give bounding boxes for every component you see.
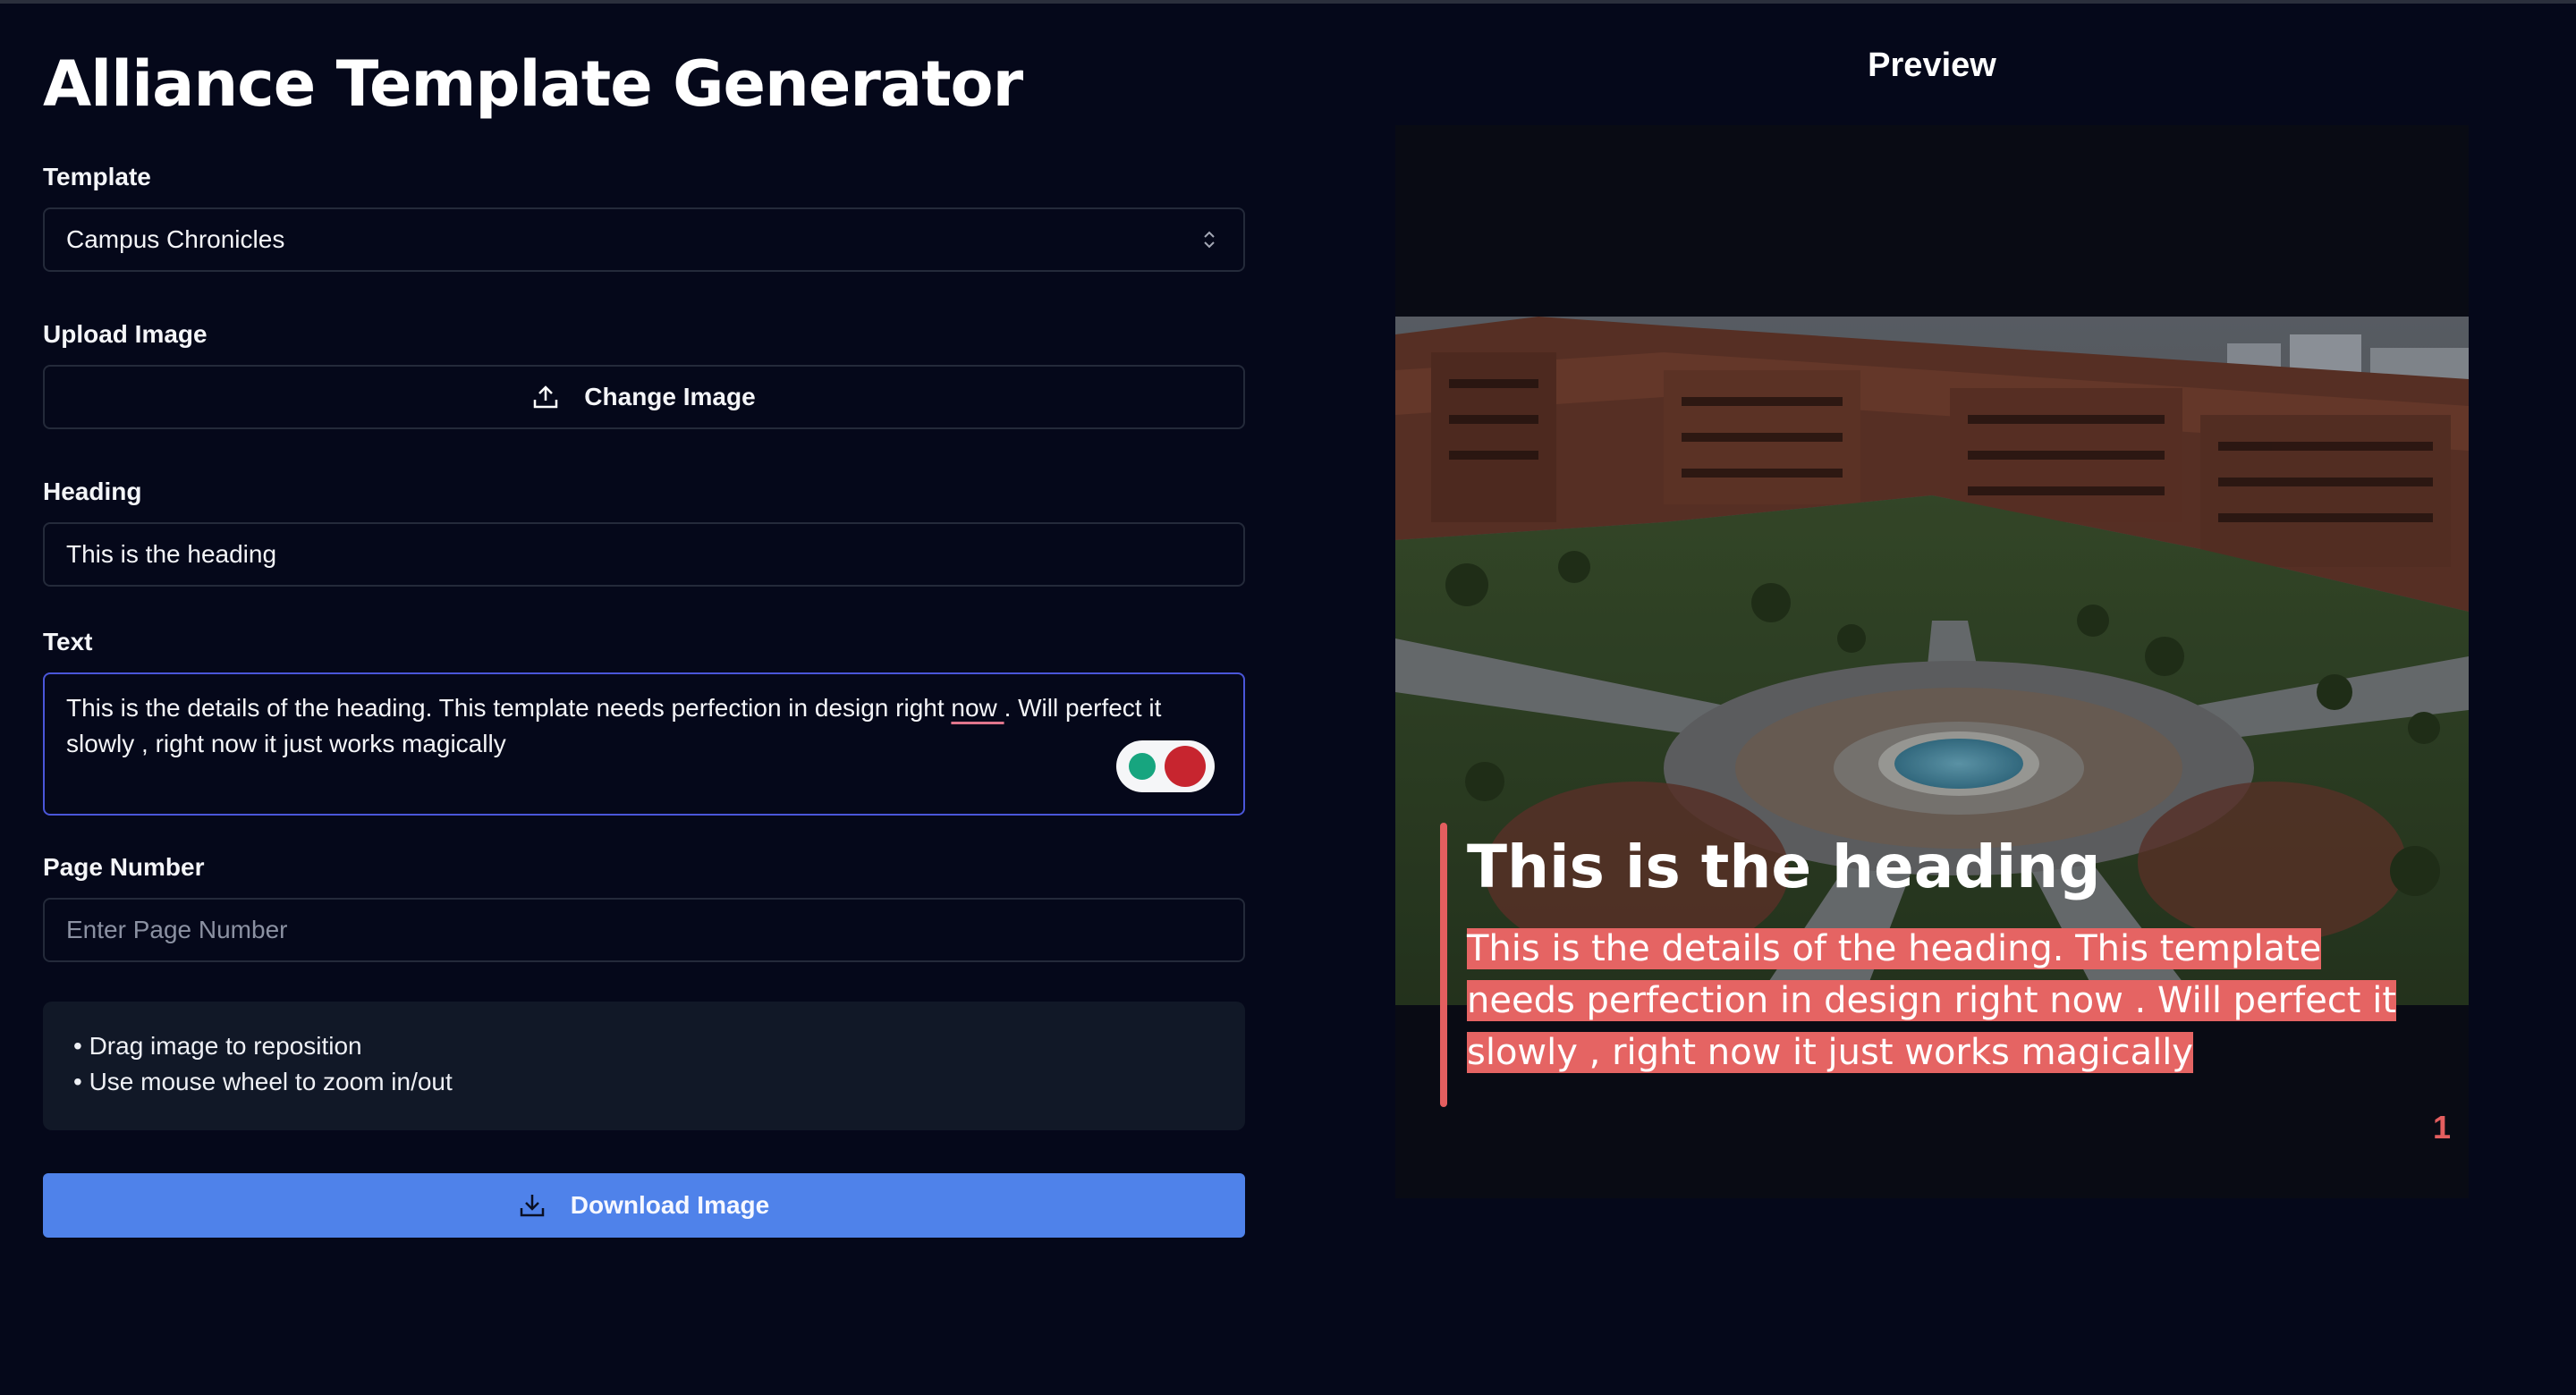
download-image-button[interactable]: Download Image xyxy=(43,1173,1245,1238)
upload-field: Upload Image Change Image xyxy=(43,318,1245,429)
preview-canvas[interactable]: This is the heading This is the details … xyxy=(1395,125,2469,1198)
chevron-up-down-icon xyxy=(1204,231,1215,249)
editor-panel: Alliance Template Generator Template Cam… xyxy=(43,39,1245,1238)
page-number-placeholder: Enter Page Number xyxy=(66,916,288,943)
change-image-label: Change Image xyxy=(584,383,756,410)
text-field: Text This is the details of the heading.… xyxy=(43,626,1245,816)
preview-body-text: This is the details of the heading. This… xyxy=(1467,923,2415,1078)
upload-label: Upload Image xyxy=(43,320,208,348)
page-number-field: Page Number Enter Page Number xyxy=(43,851,1245,962)
preview-body-highlight: This is the details of the heading. This… xyxy=(1467,928,2397,1073)
heading-label: Heading xyxy=(43,478,142,505)
spellcheck-underlined-word[interactable]: now xyxy=(951,694,1004,722)
page-number-label: Page Number xyxy=(43,853,205,881)
text-part-1: This is the details of the heading. This… xyxy=(66,694,952,722)
grammar-suggestion-icon[interactable] xyxy=(1129,753,1156,780)
download-label: Download Image xyxy=(570,1191,770,1219)
tips-panel: • Drag image to reposition • Use mouse w… xyxy=(43,1002,1245,1130)
download-icon xyxy=(520,1195,545,1217)
page-title: Alliance Template Generator xyxy=(43,47,1023,121)
template-field: Template Campus Chronicles xyxy=(43,161,1245,272)
heading-field: Heading This is the heading xyxy=(43,476,1245,587)
tip-drag: • Drag image to reposition xyxy=(73,1032,362,1060)
template-label: Template xyxy=(43,163,151,190)
preview-title: Preview xyxy=(1868,46,1996,84)
preview-page-number: 1 xyxy=(2432,1109,2451,1146)
tip-zoom: • Use mouse wheel to zoom in/out xyxy=(73,1068,453,1095)
grammar-error-icon[interactable] xyxy=(1165,746,1206,787)
change-image-button[interactable]: Change Image xyxy=(43,365,1245,429)
text-textarea-value: This is the details of the heading. This… xyxy=(66,690,1220,762)
page-number-input[interactable]: Enter Page Number xyxy=(43,898,1245,962)
template-selected-value: Campus Chronicles xyxy=(66,225,285,253)
heading-input-value: This is the heading xyxy=(66,540,277,568)
template-select[interactable]: Campus Chronicles xyxy=(43,207,1245,272)
heading-input[interactable]: This is the heading xyxy=(43,522,1245,587)
heading-accent-bar xyxy=(1440,823,1447,1107)
text-textarea[interactable]: This is the details of the heading. This… xyxy=(43,672,1245,816)
upload-icon xyxy=(534,385,558,409)
grammar-assistant-widget[interactable] xyxy=(1116,740,1215,792)
window-top-border xyxy=(0,0,2576,4)
text-label: Text xyxy=(43,628,93,655)
preview-heading: This is the heading xyxy=(1467,833,2101,901)
